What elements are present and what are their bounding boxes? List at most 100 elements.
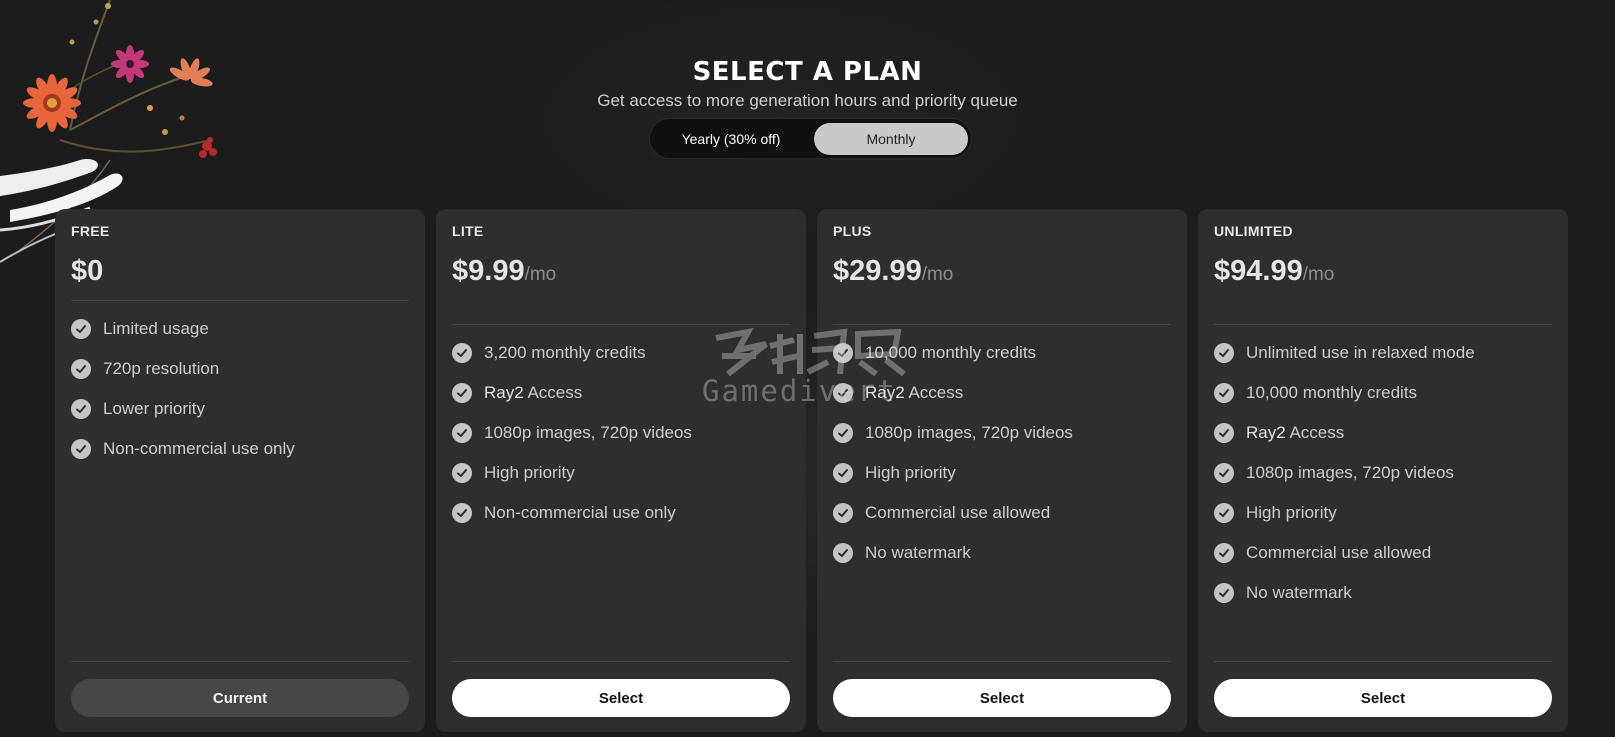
feature-text: Non-commercial use only (484, 503, 676, 522)
check-icon (833, 503, 853, 523)
price-period: /mo (1302, 264, 1335, 285)
feature-list: Unlimited use in relaxed mode 10,000 mon… (1214, 333, 1552, 613)
feature-text: Access (904, 383, 964, 402)
divider (452, 661, 790, 662)
feature-item: No watermark (833, 533, 1171, 573)
check-icon (1214, 503, 1234, 523)
check-icon (71, 319, 91, 339)
toggle-yearly[interactable]: Yearly (30% off) (654, 123, 808, 155)
feature-text: Limited usage (103, 319, 209, 338)
select-lite-button[interactable]: Select (452, 679, 790, 717)
header: SELECT A PLAN Get access to more generat… (0, 56, 1615, 112)
plan-price: $0 (71, 255, 103, 288)
feature-text: No watermark (1246, 583, 1352, 602)
select-unlimited-button[interactable]: Select (1214, 679, 1552, 717)
billing-period-toggle: Yearly (30% off) Monthly (649, 118, 972, 159)
feature-item: Lower priority (71, 389, 409, 429)
check-icon (833, 543, 853, 563)
feature-text: Access (523, 383, 583, 402)
plan-card-unlimited: UNLIMITED $94.99/mo Unlimited use in rel… (1198, 209, 1568, 732)
feature-list: Limited usage 720p resolution Lower prio… (71, 309, 409, 469)
feature-item: 1080p images, 720p videos (452, 413, 790, 453)
feature-text: 1080p images, 720p videos (484, 423, 692, 442)
feature-text: 1080p images, 720p videos (1246, 463, 1454, 482)
feature-item: 3,200 monthly credits (452, 333, 790, 373)
feature-text: High priority (484, 463, 575, 482)
plan-price: $94.99/mo (1214, 255, 1334, 288)
select-plus-button[interactable]: Select (833, 679, 1171, 717)
feature-item: No watermark (1214, 573, 1552, 613)
feature-text: 720p resolution (103, 359, 220, 378)
feature-item: High priority (833, 453, 1171, 493)
page-title: SELECT A PLAN (692, 57, 923, 87)
price-amount: $29.99 (833, 255, 922, 287)
feature-text: No watermark (865, 543, 971, 562)
feature-item: High priority (452, 453, 790, 493)
feature-text: Access (1285, 423, 1345, 442)
current-plan-button[interactable]: Current (71, 679, 409, 717)
divider (833, 661, 1171, 662)
feature-text: High priority (1246, 503, 1337, 522)
plan-price: $9.99/mo (452, 255, 556, 288)
check-icon (1214, 583, 1234, 603)
check-icon (452, 423, 472, 443)
feature-item: Limited usage (71, 309, 409, 349)
feature-item: Ray2 Access (833, 373, 1171, 413)
price-period: /mo (921, 264, 954, 285)
feature-list: 3,200 monthly credits Ray2 Access 1080p … (452, 333, 790, 533)
plan-card-lite: LITE $9.99/mo 3,200 monthly credits Ray2… (436, 209, 806, 732)
check-icon (71, 439, 91, 459)
price-amount: $9.99 (452, 255, 525, 287)
check-icon (452, 343, 472, 363)
check-icon (452, 503, 472, 523)
check-icon (1214, 543, 1234, 563)
feature-highlight: Ray2 (1246, 423, 1286, 442)
feature-item: Commercial use allowed (1214, 533, 1552, 573)
feature-text: 1080p images, 720p videos (865, 423, 1073, 442)
feature-item: 10,000 monthly credits (833, 333, 1171, 373)
check-icon (833, 343, 853, 363)
check-icon (71, 399, 91, 419)
check-icon (1214, 343, 1234, 363)
plan-card-plus: PLUS $29.99/mo 10,000 monthly credits Ra… (817, 209, 1187, 732)
feature-item: Commercial use allowed (833, 493, 1171, 533)
feature-item: Ray2 Access (1214, 413, 1552, 453)
feature-text: 3,200 monthly credits (484, 343, 646, 362)
divider (833, 324, 1171, 325)
plan-card-free: FREE $0 Limited usage 720p resolution Lo… (55, 209, 425, 732)
feature-text: Commercial use allowed (1246, 543, 1432, 562)
check-icon (452, 383, 472, 403)
plan-price: $29.99/mo (833, 255, 953, 288)
feature-item: 1080p images, 720p videos (1214, 453, 1552, 493)
plan-name: UNLIMITED (1214, 223, 1293, 239)
check-icon (71, 359, 91, 379)
price-amount: $0 (71, 255, 104, 287)
feature-item: Non-commercial use only (452, 493, 790, 533)
toggle-monthly[interactable]: Monthly (814, 123, 968, 155)
feature-list: 10,000 monthly credits Ray2 Access 1080p… (833, 333, 1171, 573)
plan-name: FREE (71, 223, 110, 239)
page-subtitle: Get access to more generation hours and … (597, 91, 1018, 110)
feature-item: 1080p images, 720p videos (833, 413, 1171, 453)
check-icon (833, 383, 853, 403)
feature-item: Non-commercial use only (71, 429, 409, 469)
check-icon (833, 423, 853, 443)
check-icon (1214, 423, 1234, 443)
feature-item: Ray2 Access (452, 373, 790, 413)
feature-text: 10,000 monthly credits (865, 343, 1037, 362)
divider (71, 300, 409, 301)
feature-text: 10,000 monthly credits (1246, 383, 1418, 402)
divider (1214, 324, 1552, 325)
feature-text: Unlimited use in relaxed mode (1246, 343, 1475, 362)
divider (1214, 661, 1552, 662)
feature-item: 720p resolution (71, 349, 409, 389)
price-amount: $94.99 (1214, 255, 1303, 287)
plan-name: LITE (452, 223, 484, 239)
feature-item: High priority (1214, 493, 1552, 533)
check-icon (452, 463, 472, 483)
feature-highlight: Ray2 (484, 383, 524, 402)
feature-item: 10,000 monthly credits (1214, 373, 1552, 413)
feature-text: Non-commercial use only (103, 439, 295, 458)
price-period: /mo (524, 264, 557, 285)
feature-highlight: Ray2 (865, 383, 905, 402)
